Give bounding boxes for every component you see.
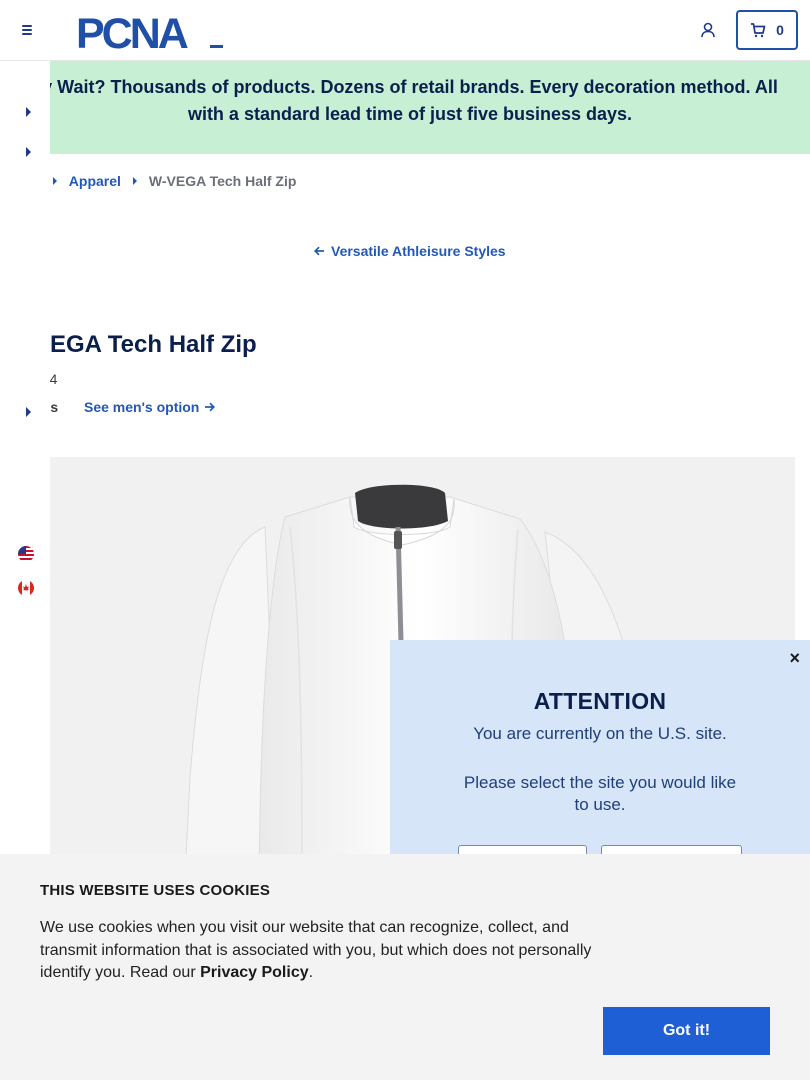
cookie-body: We use cookies when you visit our websit… (40, 919, 592, 981)
us-flag-icon[interactable] (18, 546, 34, 562)
canada-flag-icon[interactable] (18, 580, 34, 596)
cookie-title: THIS WEBSITE USES COOKIES (40, 882, 271, 899)
privacy-policy-link[interactable]: Privacy Policy (200, 964, 309, 981)
site-header: PCNA 0 (0, 0, 810, 61)
close-icon[interactable]: × (789, 648, 800, 669)
chevron-right-icon[interactable] (26, 407, 31, 417)
logo-text: PCNA (76, 10, 188, 50)
promo-banner: y Wait? Thousands of products. Dozens of… (0, 61, 810, 154)
attention-current-site: You are currently on the U.S. site. (473, 724, 727, 743)
product-title: VEGA Tech Half Zip (34, 331, 257, 358)
pcna-logo[interactable]: PCNA (76, 10, 226, 50)
chevron-right-icon[interactable] (26, 147, 31, 157)
attention-instructions: Please select the site you would like to… (463, 773, 737, 814)
cart-count: 0 (776, 22, 784, 38)
cart-button[interactable]: 0 (736, 10, 798, 50)
breadcrumb-current: W-VEGA Tech Half Zip (148, 173, 297, 189)
chevron-right-icon (132, 177, 137, 185)
cookie-banner: THIS WEBSITE USES COOKIES We use cookies… (0, 854, 810, 1080)
arrow-left-icon (314, 246, 324, 256)
back-to-collection-link[interactable]: Versatile Athleisure Styles (314, 243, 506, 259)
cookie-text: We use cookies when you visit our websit… (40, 917, 600, 985)
breadcrumb-apparel[interactable]: Apparel (69, 173, 121, 189)
menu-icon[interactable] (18, 20, 38, 40)
chevron-right-icon (52, 177, 57, 185)
site-selector-modal: × ATTENTION You are currently on the U.S… (390, 640, 810, 885)
arrow-right-icon (205, 402, 216, 412)
cart-icon (751, 23, 766, 38)
banner-line-1: y Wait? Thousands of products. Dozens of… (42, 77, 778, 97)
back-link-label: Versatile Athleisure Styles (331, 243, 506, 259)
chevron-right-icon[interactable] (26, 107, 31, 117)
breadcrumb: e Apparel W-VEGA Tech Half Zip (33, 172, 296, 190)
account-icon[interactable] (698, 20, 718, 40)
attention-title: ATTENTION (533, 688, 667, 714)
see-mens-option-link[interactable]: See men's option (84, 399, 216, 415)
banner-text: y Wait? Thousands of products. Dozens of… (10, 74, 810, 128)
mens-link-label: See men's option (84, 399, 200, 415)
accept-cookies-button[interactable]: Got it! (603, 1007, 770, 1055)
cookie-period: . (308, 964, 314, 981)
banner-line-2: with a standard lead time of just five b… (187, 104, 633, 124)
